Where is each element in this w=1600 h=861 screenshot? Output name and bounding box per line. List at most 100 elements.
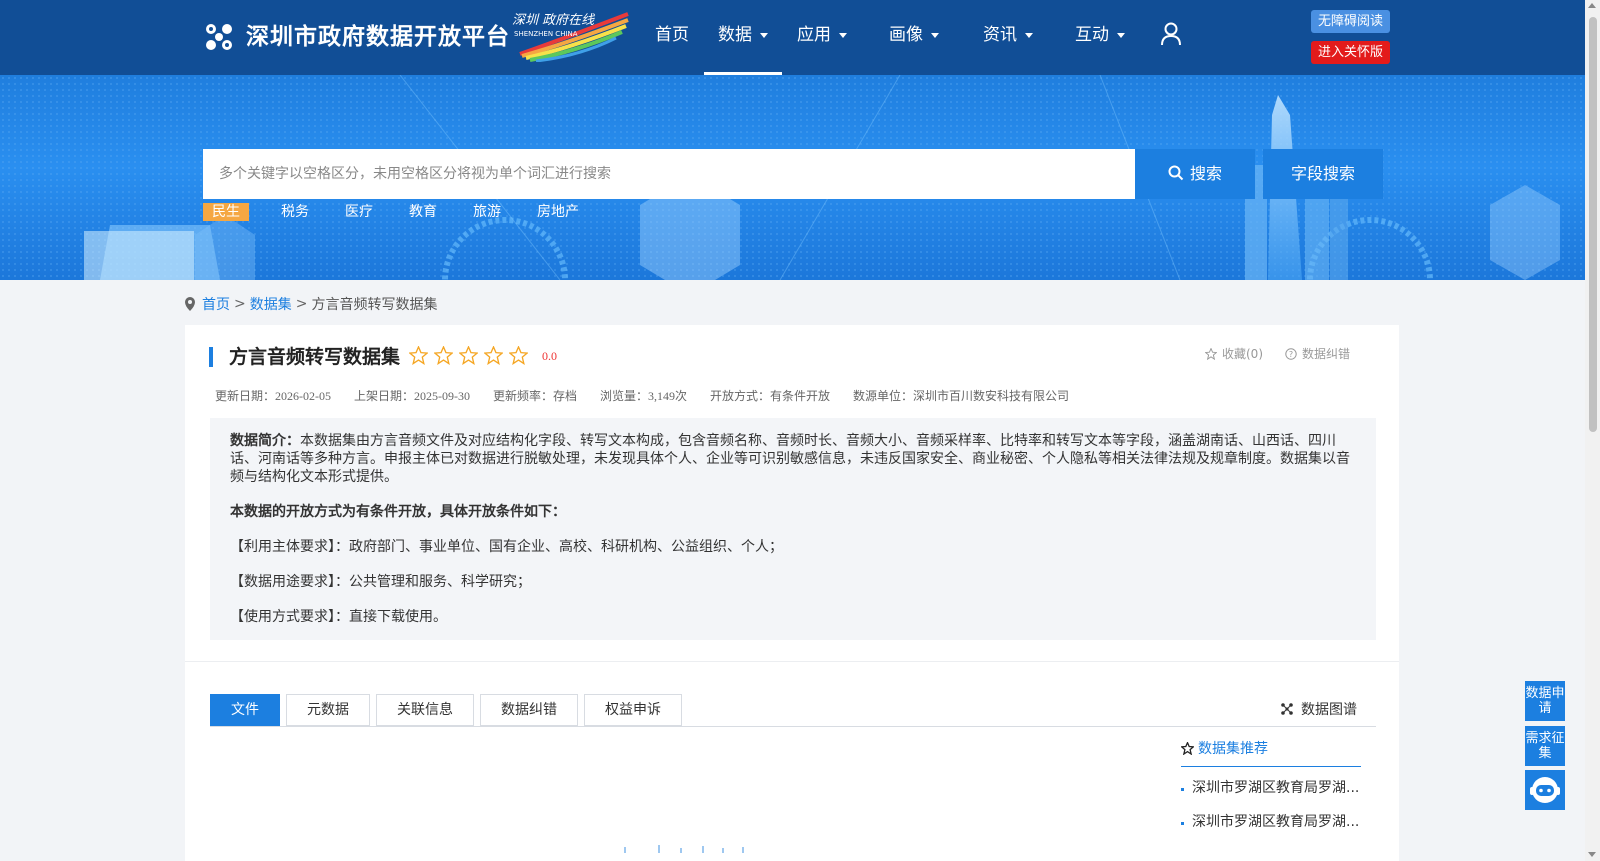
data-graph-label: 数据图谱 xyxy=(1301,702,1357,718)
search-banner: 搜索 字段搜索 民生 税务 医疗 教育 旅游 房地产 xyxy=(0,75,1585,280)
svg-text:?: ? xyxy=(1289,350,1293,359)
nav-apps[interactable]: 应用 xyxy=(782,0,862,75)
star-outline-icon xyxy=(1205,347,1217,360)
robot-icon xyxy=(1530,777,1560,803)
tab-rights-appeal[interactable]: 权益申诉 xyxy=(584,694,682,726)
open-condition-heading: 本数据的开放方式为有条件开放，具体开放条件如下： xyxy=(230,504,566,520)
nav-portrait[interactable]: 画像 xyxy=(862,0,966,75)
recommend-item[interactable]: 深圳市罗湖区教育局罗湖... xyxy=(1181,811,1366,831)
breadcrumb: 首页 > 数据集 > 方言音频转写数据集 xyxy=(184,294,437,314)
nav-label: 资讯 xyxy=(983,25,1017,45)
title-accent-bar xyxy=(209,347,213,367)
nav-label: 互动 xyxy=(1075,25,1109,45)
star-icon[interactable] xyxy=(484,346,503,365)
hot-tag-tax[interactable]: 税务 xyxy=(275,203,315,221)
dataset-summary: 数据简介：本数据集由方言音频文件及对应结构化字段、转写文本构成，包含音频名称、音… xyxy=(210,418,1376,640)
dataset-detail-card: 方言音频转写数据集 0.0 收藏(0) ? 数据纠错 更新日期：2026-02-… xyxy=(185,325,1399,861)
star-icon[interactable] xyxy=(409,346,428,365)
top-navbar: 深圳市政府数据开放平台 深圳 政府在线 SHENZHEN CHINA 首页 数据… xyxy=(0,0,1585,75)
sub-logo-cn: 深圳 政府在线 xyxy=(512,12,595,28)
question-circle-icon: ? xyxy=(1285,347,1297,360)
star-pin-icon xyxy=(1181,741,1194,755)
detail-tabs: 文件 元数据 关联信息 数据纠错 权益申诉 xyxy=(210,694,688,726)
meta-update-date: 更新日期：2026-02-05 xyxy=(215,389,331,403)
meta-source-unit: 数源单位：深圳市百川数安科技有限公司 xyxy=(853,389,1070,403)
tab-underline xyxy=(210,726,1376,727)
nav-label: 首页 xyxy=(655,25,689,45)
nav-label: 数据 xyxy=(718,25,752,45)
nav-data[interactable]: 数据 xyxy=(704,0,782,75)
star-icon[interactable] xyxy=(434,346,453,365)
search-icon xyxy=(1168,165,1184,181)
meta-publish-date: 上架日期：2025-09-30 xyxy=(354,389,470,403)
search-button-label: 搜索 xyxy=(1189,164,1222,183)
breadcrumb-separator: > xyxy=(295,296,308,312)
star-icon[interactable] xyxy=(459,346,478,365)
tab-metadata[interactable]: 元数据 xyxy=(286,694,370,726)
chevron-down-icon xyxy=(839,32,847,38)
favorite-button[interactable]: 收藏(0) xyxy=(1205,345,1263,362)
hot-tag-education[interactable]: 教育 xyxy=(403,203,443,221)
condition-subject: 【利用主体要求】：政府部门、事业单位、国有企业、高校、科研机构、公益组织、个人； xyxy=(230,539,783,555)
field-search-button[interactable]: 字段搜索 xyxy=(1263,149,1383,199)
care-mode-button[interactable]: 进入关怀版 xyxy=(1311,41,1390,64)
main-nav: 首页 数据 应用 画像 资讯 互动 xyxy=(640,0,1150,75)
rating-stars[interactable] xyxy=(409,346,534,365)
recommend-title-label: 数据集推荐 xyxy=(1198,741,1268,757)
summary-text: 本数据集由方言音频文件及对应结构化字段、转写文本构成，包含音频名称、音频时长、音… xyxy=(230,433,1350,485)
hot-tag-medical[interactable]: 医疗 xyxy=(339,203,379,221)
data-apply-button[interactable]: 数据申请 xyxy=(1525,681,1565,721)
nav-label: 应用 xyxy=(797,25,831,45)
nav-interact[interactable]: 互动 xyxy=(1050,0,1150,75)
location-pin-icon xyxy=(185,297,195,311)
tab-related-info[interactable]: 关联信息 xyxy=(376,694,474,726)
breadcrumb-home[interactable]: 首页 xyxy=(202,294,230,314)
scroll-thumb[interactable] xyxy=(1589,17,1597,432)
condition-purpose: 【数据用途要求】：公共管理和服务、科学研究； xyxy=(230,574,531,590)
recommend-title: 数据集推荐 xyxy=(1181,738,1268,758)
hot-tags: 民生 税务 医疗 教育 旅游 房地产 xyxy=(203,203,609,221)
search-button[interactable]: 搜索 xyxy=(1135,149,1255,199)
scroll-down-arrow-icon[interactable] xyxy=(1588,852,1596,857)
recommend-item[interactable]: 深圳市罗湖区教育局罗湖... xyxy=(1181,777,1366,797)
breadcrumb-datasets[interactable]: 数据集 xyxy=(250,294,292,314)
meta-views: 浏览量：3,149次 xyxy=(600,389,688,403)
summary-paragraph: 数据简介：本数据集由方言音频文件及对应结构化字段、转写文本构成，包含音频名称、音… xyxy=(230,432,1356,486)
chevron-down-icon xyxy=(760,32,768,38)
chevron-down-icon xyxy=(931,32,939,38)
shenzhen-gov-online-logo[interactable]: 深圳 政府在线 SHENZHEN CHINA xyxy=(510,10,630,62)
page-scrollbar[interactable] xyxy=(1585,0,1600,861)
breadcrumb-current: 方言音频转写数据集 xyxy=(311,297,438,313)
data-correction-label: 数据纠错 xyxy=(1302,347,1351,361)
chat-robot-button[interactable] xyxy=(1525,770,1565,810)
hot-tag-realestate[interactable]: 房地产 xyxy=(531,203,585,221)
dataset-meta: 更新日期：2026-02-05 上架日期：2025-09-30 更新频率：存档 … xyxy=(215,387,1092,404)
chevron-down-icon xyxy=(1025,32,1033,38)
accessibility-button[interactable]: 无障碍阅读 xyxy=(1311,10,1390,33)
demand-collect-button[interactable]: 需求征集 xyxy=(1525,726,1565,766)
hot-tag-tourism[interactable]: 旅游 xyxy=(467,203,507,221)
graph-nodes-icon xyxy=(1281,703,1293,715)
tab-data-correction[interactable]: 数据纠错 xyxy=(480,694,578,726)
nav-news[interactable]: 资讯 xyxy=(966,0,1050,75)
rating-score: 0.0 xyxy=(542,349,557,363)
user-icon[interactable] xyxy=(1160,22,1182,46)
summary-label: 数据简介： xyxy=(230,433,300,449)
tab-files[interactable]: 文件 xyxy=(210,694,280,726)
chevron-down-icon xyxy=(1117,32,1125,38)
section-divider xyxy=(185,661,1399,662)
breadcrumb-separator: > xyxy=(234,296,246,312)
loading-indicator xyxy=(624,845,744,853)
hot-tag-livelihood[interactable]: 民生 xyxy=(203,203,249,221)
nav-label: 画像 xyxy=(889,25,923,45)
nav-home[interactable]: 首页 xyxy=(640,0,704,75)
star-icon[interactable] xyxy=(509,346,528,365)
site-title[interactable]: 深圳市政府数据开放平台 xyxy=(246,20,510,54)
dataset-title: 方言音频转写数据集 xyxy=(229,346,401,368)
search-input[interactable] xyxy=(203,149,1135,199)
platform-logo-icon[interactable] xyxy=(202,20,236,54)
data-correction-button[interactable]: ? 数据纠错 xyxy=(1285,345,1350,362)
data-graph-link[interactable]: 数据图谱 xyxy=(1281,699,1357,719)
scroll-up-arrow-icon[interactable] xyxy=(1588,3,1596,8)
meta-open-mode: 开放方式：有条件开放 xyxy=(710,389,831,403)
